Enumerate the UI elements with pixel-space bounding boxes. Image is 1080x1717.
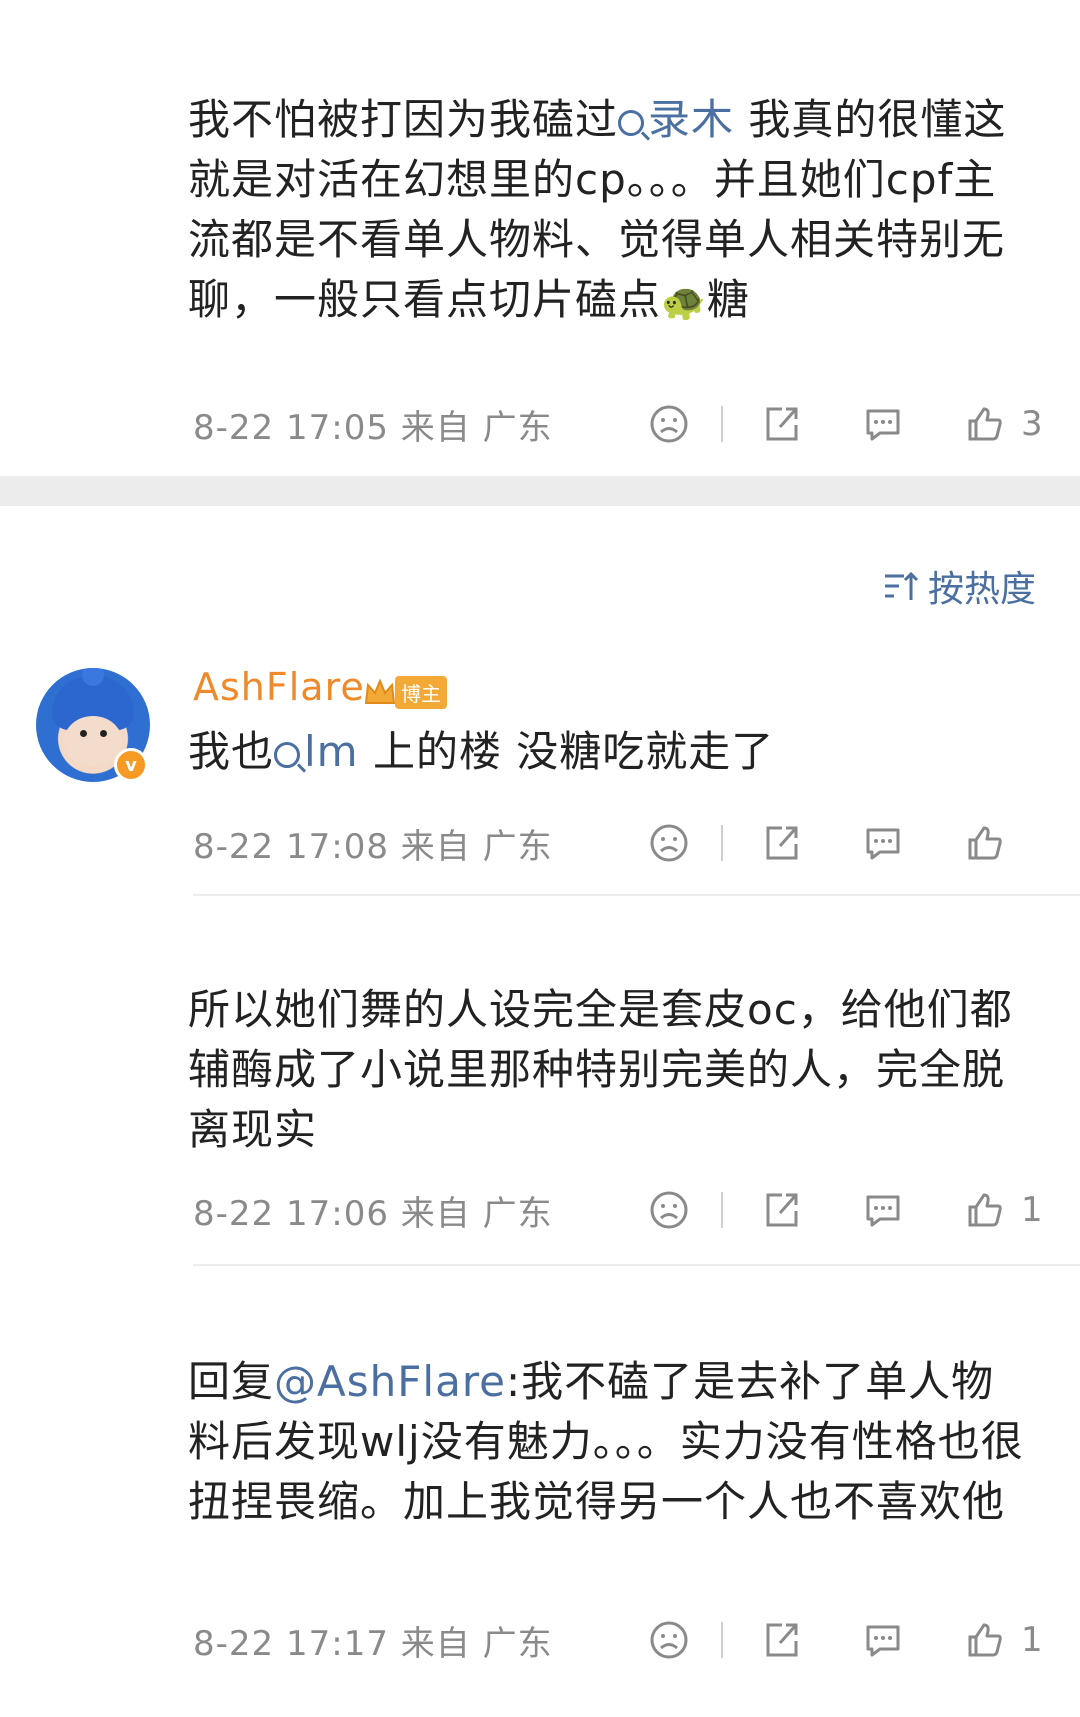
like-icon	[968, 1193, 1002, 1227]
like-count: 1	[1021, 1190, 1043, 1230]
comment-text-part: 我不怕被打因为我磕过	[188, 95, 619, 144]
verified-icon: v	[114, 748, 148, 782]
dislike-icon	[650, 824, 688, 862]
timestamp-location: 8-22 17:06 来自 广东	[193, 1193, 553, 1234]
topic-link[interactable]: lm	[274, 727, 359, 776]
search-icon	[274, 742, 301, 768]
timestamp-location: 8-22 17:17 来自 广东	[193, 1623, 553, 1664]
like-count: 1	[1021, 1620, 1043, 1660]
divider	[193, 1264, 1080, 1266]
search-icon	[618, 110, 645, 136]
share-icon	[766, 407, 798, 441]
share-icon	[766, 1193, 798, 1227]
share-button[interactable]	[759, 821, 803, 865]
comment-icon	[866, 828, 900, 860]
share-icon	[766, 826, 798, 860]
sort-label: 按热度	[927, 569, 1036, 610]
divider	[193, 894, 1080, 896]
sort-button[interactable]: 按热度	[882, 560, 1036, 612]
action-bar: 1	[647, 1180, 1043, 1240]
like-icon	[968, 1623, 1002, 1657]
timestamp-location: 8-22 17:08 来自 广东	[193, 826, 553, 867]
username[interactable]: AshFlare	[193, 665, 365, 709]
divider	[721, 1192, 723, 1228]
dislike-button[interactable]	[647, 1618, 691, 1662]
section-divider	[0, 476, 1080, 506]
topic-label: lm	[304, 727, 359, 776]
like-icon	[968, 407, 1002, 441]
divider	[721, 1622, 723, 1658]
comment-icon	[866, 1625, 900, 1657]
face	[64, 716, 122, 766]
dislike-button[interactable]	[647, 402, 691, 446]
sort-icon	[884, 571, 919, 600]
crown-icon	[364, 678, 396, 704]
like-button[interactable]	[963, 1188, 1007, 1232]
blogger-badge: 博主	[363, 675, 447, 709]
comment-button[interactable]	[861, 1188, 905, 1232]
dislike-icon	[650, 1191, 688, 1229]
divider	[721, 825, 723, 861]
reply-meta: 8-22 17:17 来自 广东 1	[193, 1610, 1043, 1670]
comment-button[interactable]	[861, 821, 905, 865]
share-button[interactable]	[759, 1618, 803, 1662]
action-bar: 1	[647, 1610, 1043, 1670]
reply-text-part: 我也	[188, 727, 275, 776]
reply-text: 所以她们舞的人设完全是套皮oc，给他们都辅酶成了小说里那种特别完美的人，完全脱离…	[188, 985, 1013, 1154]
share-icon	[766, 1623, 798, 1657]
comment-icon	[866, 409, 900, 441]
action-bar: 3	[647, 394, 1043, 454]
topic-label: 录木	[648, 95, 735, 144]
dislike-button[interactable]	[647, 1188, 691, 1232]
like-button[interactable]	[963, 402, 1007, 446]
comment-text-part: 糖	[706, 275, 750, 324]
turtle-emoji: 🐢	[661, 282, 707, 323]
comment-button[interactable]	[861, 402, 905, 446]
like-icon	[968, 826, 1002, 860]
like-count: 3	[1021, 404, 1043, 444]
mention-link[interactable]: @AshFlare	[274, 1357, 506, 1406]
eye	[80, 730, 87, 737]
badge-label: 博主	[395, 675, 447, 709]
comment-button[interactable]	[861, 1618, 905, 1662]
comment-icon	[866, 1195, 900, 1227]
like-button[interactable]	[963, 1618, 1007, 1662]
dislike-icon	[650, 1621, 688, 1659]
topic-link[interactable]: 录木	[618, 95, 734, 144]
reply-meta: 8-22 17:08 来自 广东	[193, 813, 1043, 873]
comment-text: 我不怕被打因为我磕过 录木 我真的很懂这就是对活在幻想里的cp。。。并且她们cpf…	[188, 90, 1028, 333]
dislike-button[interactable]	[647, 821, 691, 865]
reply-text: 回复@AshFlare:我不磕了是去补了单人物料后发现wlj没有魅力。。。实力没…	[188, 1352, 1028, 1532]
eye	[100, 730, 107, 737]
reply-text-part: 上的楼 没糖吃就走了	[358, 727, 775, 776]
dislike-icon	[650, 405, 688, 443]
reply-meta: 8-22 17:06 来自 广东 1	[193, 1180, 1043, 1240]
like-button[interactable]	[963, 821, 1007, 865]
share-button[interactable]	[759, 1188, 803, 1232]
action-bar	[647, 813, 1043, 873]
divider	[721, 406, 723, 442]
reply-text: 我也 lm 上的楼 没糖吃就走了	[188, 722, 1028, 782]
timestamp-location: 8-22 17:05 来自 广东	[193, 407, 553, 448]
reply-prefix: 回复	[188, 1357, 275, 1406]
share-button[interactable]	[759, 402, 803, 446]
comment-meta: 8-22 17:05 来自 广东 3	[193, 394, 1043, 454]
